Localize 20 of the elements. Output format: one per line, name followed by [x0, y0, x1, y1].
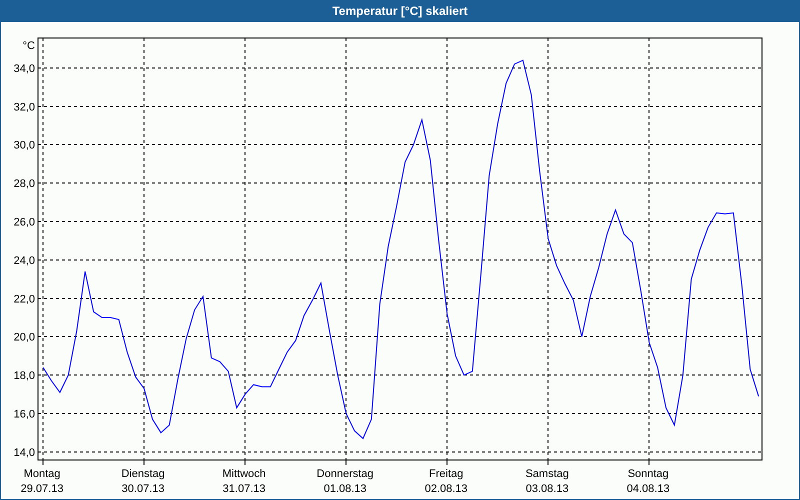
y-axis-label: 20,0 — [14, 332, 35, 344]
x-axis-label: Dienstag 30.07.13 — [121, 468, 165, 495]
chart-title: Temperatur [°C] skaliert — [332, 4, 468, 18]
y-axis-label: 18,0 — [14, 370, 35, 382]
y-axis-label: 16,0 — [14, 408, 35, 421]
y-axis-label: 22,0 — [14, 293, 35, 306]
y-axis-label: 24,0 — [14, 254, 35, 267]
x-axis-label: Donnerstag 01.08.13 — [316, 468, 374, 495]
x-axis-label: Freitag 02.08.13 — [424, 468, 468, 495]
y-axis-label: 14,0 — [14, 446, 35, 459]
y-axis-label: 28,0 — [14, 178, 35, 190]
y-axis-label: 34,0 — [14, 62, 35, 75]
y-axis-label: 30,0 — [14, 140, 35, 152]
y-axis-unit: °C — [22, 40, 35, 52]
x-axis-label: Montag 29.07.13 — [20, 468, 64, 495]
x-axis-label: Samstag 03.08.13 — [525, 468, 569, 495]
y-axis-label: 26,0 — [14, 216, 35, 229]
x-axis-label: Mittwoch 31.07.13 — [222, 468, 266, 495]
y-axis-label: 32,0 — [14, 101, 35, 114]
x-axis-label: Sonntag 04.08.13 — [626, 468, 670, 495]
